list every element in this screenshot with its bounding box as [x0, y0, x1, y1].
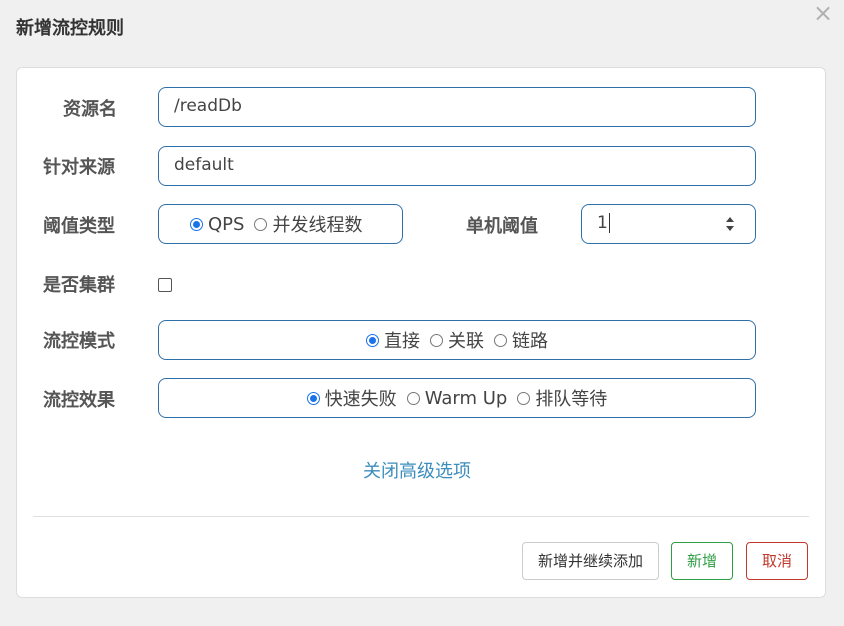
footer-divider [33, 516, 809, 517]
stepper-arrows-icon[interactable] [723, 215, 737, 233]
radio-unchecked-icon [494, 333, 507, 347]
control-effect-option-queue[interactable]: 排队等待 [517, 385, 607, 411]
radio-unchecked-icon [517, 391, 531, 405]
radio-unchecked-icon [430, 333, 443, 347]
resource-name-input[interactable]: /readDb [158, 87, 756, 127]
advanced-options-toggle-link[interactable]: 关闭高级选项 [363, 457, 471, 483]
resource-name-label: 资源名 [63, 99, 117, 120]
flow-mode-option-chain[interactable]: 链路 [494, 327, 548, 353]
threshold-type-label: 阈值类型 [43, 216, 115, 237]
limit-app-input[interactable]: default [158, 146, 756, 186]
flow-mode-radio-group: 直接 关联 链路 [158, 320, 756, 360]
radio-label: 排队等待 [535, 389, 608, 410]
control-effect-option-warm-up[interactable]: Warm Up [406, 387, 508, 409]
control-effect-label: 流控效果 [43, 390, 115, 411]
control-effect-radio-group: 快速失败 Warm Up 排队等待 [158, 378, 756, 418]
radio-label: 关联 [448, 331, 484, 352]
radio-unchecked-icon [254, 217, 268, 231]
threshold-type-radio-group: QPS 并发线程数 [158, 204, 403, 244]
radio-checked-icon [306, 391, 320, 405]
cancel-button[interactable]: 取消 [746, 542, 808, 580]
add-button[interactable]: 新增 [671, 542, 733, 580]
rule-form-panel: 资源名 /readDb 针对来源 default 阈值类型 QPS 并发线程数 … [16, 67, 826, 598]
flow-mode-label: 流控模式 [43, 331, 115, 352]
add-and-continue-button[interactable]: 新增并继续添加 [522, 542, 659, 580]
flow-mode-option-relate[interactable]: 关联 [430, 327, 484, 353]
single-threshold-label: 单机阈值 [466, 216, 538, 237]
flow-mode-option-direct[interactable]: 直接 [366, 327, 420, 353]
limit-app-label: 针对来源 [43, 157, 115, 178]
radio-label: 直接 [384, 331, 420, 352]
single-threshold-input[interactable]: 1 [581, 204, 756, 244]
control-effect-option-fail-fast[interactable]: 快速失败 [306, 385, 397, 411]
radio-label: 链路 [512, 331, 548, 352]
radio-label: QPS [208, 213, 245, 235]
radio-label: Warm Up [424, 387, 508, 409]
radio-checked-icon [366, 333, 379, 347]
text-cursor [608, 213, 610, 233]
single-threshold-value: 1 [597, 213, 608, 233]
radio-checked-icon [190, 217, 203, 231]
radio-unchecked-icon [406, 391, 420, 405]
cluster-label: 是否集群 [43, 275, 115, 296]
threshold-type-option-thread[interactable]: 并发线程数 [254, 211, 362, 237]
close-icon[interactable]: × [812, 1, 834, 25]
radio-label: 快速失败 [324, 389, 397, 410]
dialog-title: 新增流控规则 [16, 18, 124, 39]
threshold-type-option-qps[interactable]: QPS [190, 214, 244, 235]
cluster-checkbox[interactable] [158, 278, 172, 292]
radio-label: 并发线程数 [272, 215, 363, 236]
